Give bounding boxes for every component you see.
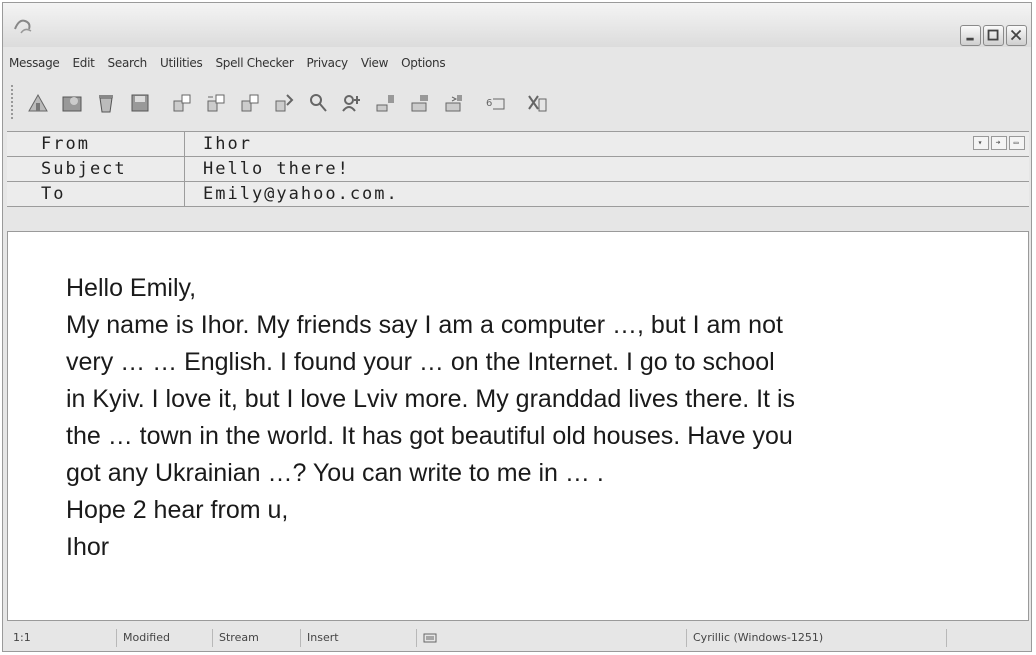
- menu-search[interactable]: Search: [108, 56, 148, 70]
- paste-button[interactable]: [201, 88, 231, 118]
- menu-utilities[interactable]: Utilities: [160, 56, 203, 70]
- status-insert: Insert: [301, 629, 417, 647]
- spell-check-button[interactable]: 6: [481, 88, 511, 118]
- attach-button[interactable]: [57, 88, 87, 118]
- message-line: very … … English. I found your … on the …: [66, 348, 775, 376]
- subject-row: Subject Hello there!: [7, 157, 1029, 182]
- menu-edit[interactable]: Edit: [73, 56, 95, 70]
- spell-icon: 6: [486, 98, 505, 110]
- message-line: got any Ukrainian …? You can write to me…: [66, 459, 604, 487]
- from-value: Ihor: [203, 134, 252, 154]
- save-button[interactable]: [125, 88, 155, 118]
- quote-button[interactable]: [235, 88, 265, 118]
- copy-button[interactable]: [167, 88, 197, 118]
- sign-button[interactable]: [371, 88, 401, 118]
- message-line: Hello Emily,: [66, 274, 197, 302]
- message-body[interactable]: Hello Emily, My name is Ihor. My friends…: [7, 231, 1029, 621]
- to-label: To: [7, 182, 185, 206]
- minimize-icon: [966, 37, 974, 41]
- address-book-button[interactable]: [337, 88, 367, 118]
- insert-button[interactable]: [269, 88, 299, 118]
- from-label: From: [7, 132, 185, 156]
- decrypt-button[interactable]: [439, 88, 469, 118]
- card-icon: ▭: [1013, 138, 1021, 147]
- toolbar: 6: [23, 83, 557, 123]
- status-encoding: Cyrillic (Windows-1251): [687, 629, 947, 647]
- app-icon: [14, 19, 32, 34]
- insert-icon: [275, 94, 294, 112]
- subject-label: Subject: [7, 157, 185, 181]
- search-people-button[interactable]: [303, 88, 333, 118]
- minimize-button[interactable]: [960, 25, 981, 46]
- address-book-icon: [342, 95, 360, 112]
- message-line: Hope 2 hear from u,: [66, 496, 289, 524]
- from-field[interactable]: Ihor ▾ ➜ ▭: [185, 132, 1029, 156]
- copy-icon: [173, 94, 191, 112]
- send-button[interactable]: [23, 88, 53, 118]
- send-icon: [28, 93, 48, 112]
- status-modified: Modified: [117, 629, 213, 647]
- from-row: From Ihor ▾ ➜ ▭: [7, 131, 1029, 157]
- toolbar-grip[interactable]: [11, 85, 17, 119]
- save-icon: [131, 94, 149, 112]
- message-line: in Kyiv. I love it, but I love Lviv more…: [66, 385, 796, 413]
- message-line: My name is Ihor. My friends say I am a c…: [66, 311, 783, 339]
- encrypt-button[interactable]: [405, 88, 435, 118]
- quote-icon: [241, 94, 259, 112]
- keyboard-icon: [423, 633, 437, 643]
- menu-spell-checker[interactable]: Spell Checker: [215, 56, 293, 70]
- search-people-icon: [310, 94, 327, 112]
- svg-text:6: 6: [486, 98, 492, 109]
- arrow-right-icon: ➜: [995, 138, 1003, 147]
- sign-icon: [376, 95, 394, 112]
- to-row: To Emily@yahoo.com.: [7, 182, 1029, 207]
- chevron-down-icon: ▾: [977, 138, 985, 147]
- to-field[interactable]: Emily@yahoo.com.: [185, 182, 1029, 206]
- close-button[interactable]: [1006, 25, 1027, 46]
- menu-view[interactable]: View: [361, 56, 389, 70]
- menu-options[interactable]: Options: [401, 56, 446, 70]
- menu-privacy[interactable]: Privacy: [306, 56, 348, 70]
- trash-icon: [99, 95, 113, 113]
- mail-editor-window: Message Edit Search Utilities Spell Chec…: [2, 2, 1032, 652]
- message-headers: From Ihor ▾ ➜ ▭ Subject Hello there! To …: [7, 131, 1029, 207]
- status-bar: 1:1 Modified Stream Insert Cyrillic (Win…: [7, 627, 1029, 649]
- status-panel: [417, 629, 687, 647]
- maximize-button[interactable]: [983, 25, 1004, 46]
- from-next-button[interactable]: ➜: [991, 136, 1007, 150]
- menu-message[interactable]: Message: [9, 56, 60, 70]
- from-dropdown-button[interactable]: ▾: [973, 136, 989, 150]
- decrypt-icon: [445, 95, 462, 112]
- from-addressbook-button[interactable]: ▭: [1009, 136, 1025, 150]
- close-icon: [1010, 29, 1022, 41]
- subject-field[interactable]: Hello there!: [185, 157, 1029, 181]
- attach-icon: [62, 96, 82, 112]
- cancel-icon: [528, 95, 547, 112]
- cancel-button[interactable]: [523, 88, 553, 118]
- maximize-icon: [987, 29, 999, 41]
- status-mode: Stream: [213, 629, 301, 647]
- message-text: Hello Emily, My name is Ihor. My friends…: [66, 270, 1016, 566]
- menu-bar: Message Edit Search Utilities Spell Chec…: [3, 51, 458, 75]
- paste-icon: [207, 94, 225, 112]
- encrypt-icon: [411, 95, 428, 112]
- status-position: 1:1: [7, 629, 117, 647]
- message-line: Ihor: [66, 533, 110, 561]
- trash-button[interactable]: [91, 88, 121, 118]
- message-line: the … town in the world. It has got beau…: [66, 422, 793, 450]
- title-bar: [3, 3, 1031, 47]
